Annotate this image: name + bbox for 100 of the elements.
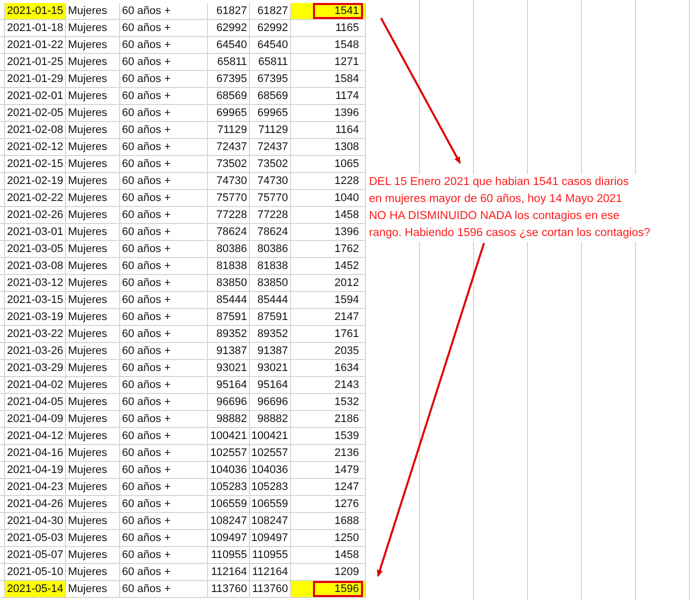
table-cell: 102557 xyxy=(250,445,291,462)
table-cell: 69965 xyxy=(208,105,250,122)
table-cell: 64540 xyxy=(208,37,250,54)
table-cell: 65811 xyxy=(208,54,250,71)
table-cell: 112164 xyxy=(208,564,250,581)
date-cell: 2021-02-12 xyxy=(5,139,66,156)
boxed-value: 1541 xyxy=(312,3,363,19)
table-cell: 60 años + xyxy=(120,496,208,513)
table-cell: 60 años + xyxy=(120,3,208,20)
table-cell: Mujeres xyxy=(66,292,120,309)
table-cell: 60 años + xyxy=(120,122,208,139)
table-cell: 109497 xyxy=(250,530,291,547)
table-cell: 60 años + xyxy=(120,547,208,564)
table-cell: 60 años + xyxy=(120,173,208,190)
table-cell: 60 años + xyxy=(120,292,208,309)
table-cell: 105283 xyxy=(250,479,291,496)
date-cell: 2021-04-02 xyxy=(5,377,66,394)
table-cell-value: 2035 xyxy=(334,344,360,359)
table-cell: 96696 xyxy=(208,394,250,411)
date-cell: 2021-04-16 xyxy=(5,445,66,462)
date-cell: 2021-02-05 xyxy=(5,105,66,122)
table-cell: 60 años + xyxy=(120,54,208,71)
date-cell: 2021-04-23 xyxy=(5,479,66,496)
table-cell: 60 años + xyxy=(120,343,208,360)
table-cell: 93021 xyxy=(250,360,291,377)
date-cell: 2021-02-01 xyxy=(5,88,66,105)
table-cell: Mujeres xyxy=(66,88,120,105)
table-cell: 109497 xyxy=(208,530,250,547)
table-cell-value: 1165 xyxy=(334,21,360,36)
table-cell: 100421 xyxy=(208,428,250,445)
table-cell: Mujeres xyxy=(66,326,120,343)
table-cell-value: 1308 xyxy=(334,140,360,155)
table-cell: 62992 xyxy=(208,20,250,37)
table-cell: 95164 xyxy=(208,377,250,394)
date-cell: 2021-03-22 xyxy=(5,326,66,343)
table-cell: Mujeres xyxy=(66,275,120,292)
table-cell: 68569 xyxy=(250,88,291,105)
table-cell-value: 1396 xyxy=(334,106,360,121)
date-cell: 2021-02-08 xyxy=(5,122,66,139)
date-cell: 2021-02-15 xyxy=(5,156,66,173)
table-cell: 60 años + xyxy=(120,377,208,394)
table-cell: 108247 xyxy=(208,513,250,530)
table-cell: Mujeres xyxy=(66,122,120,139)
table-cell: 72437 xyxy=(208,139,250,156)
table-cell: 96696 xyxy=(250,394,291,411)
table-cell: 81838 xyxy=(208,258,250,275)
table-cell: 77228 xyxy=(208,207,250,224)
date-cell: 2021-03-01 xyxy=(5,224,66,241)
table-cell: 75770 xyxy=(208,190,250,207)
table-cell-value: 1396 xyxy=(334,225,360,240)
table-cell: 60 años + xyxy=(120,530,208,547)
table-cell: 60 años + xyxy=(120,224,208,241)
table-cell-value: 1584 xyxy=(334,72,360,87)
table-cell: 61827 xyxy=(208,3,250,20)
date-cell: 2021-01-22 xyxy=(5,37,66,54)
table-cell-value: 1688 xyxy=(334,514,360,529)
table-cell: 60 años + xyxy=(120,275,208,292)
table-cell: 60 años + xyxy=(120,394,208,411)
table-cell-value: 1040 xyxy=(334,191,360,206)
date-cell: 2021-03-15 xyxy=(5,292,66,309)
date-cell: 2021-05-07 xyxy=(5,547,66,564)
table-cell: 89352 xyxy=(250,326,291,343)
table-cell: Mujeres xyxy=(66,190,120,207)
table-cell-value: 1594 xyxy=(334,293,360,308)
table-cell-value: 1247 xyxy=(334,480,360,495)
table-cell: 85444 xyxy=(208,292,250,309)
table-cell-value: 1452 xyxy=(334,259,360,274)
table-cell: 60 años + xyxy=(120,207,208,224)
table-cell: 73502 xyxy=(208,156,250,173)
date-cell: 2021-01-25 xyxy=(5,54,66,71)
table-cell: 78624 xyxy=(208,224,250,241)
table-cell: 65811 xyxy=(250,54,291,71)
table-cell: 60 años + xyxy=(120,37,208,54)
date-cell: 2021-05-03 xyxy=(5,530,66,547)
table-cell: Mujeres xyxy=(66,581,120,598)
table-cell: 67395 xyxy=(208,71,250,88)
table-cell-value: 2012 xyxy=(334,276,360,291)
table-cell: 60 años + xyxy=(120,326,208,343)
table-cell: 110955 xyxy=(250,547,291,564)
table-cell-value: 1761 xyxy=(334,327,360,342)
date-cell: 2021-05-14 xyxy=(5,581,66,598)
table-cell: 60 años + xyxy=(120,513,208,530)
table-cell: 110955 xyxy=(208,547,250,564)
table-cell: 60 años + xyxy=(120,479,208,496)
table-cell-value: 1250 xyxy=(334,531,360,546)
table-cell: Mujeres xyxy=(66,496,120,513)
table-cell: 60 años + xyxy=(120,190,208,207)
table-cell: 64540 xyxy=(250,37,291,54)
table-cell: Mujeres xyxy=(66,445,120,462)
table-cell: 81838 xyxy=(250,258,291,275)
date-cell: 2021-03-05 xyxy=(5,241,66,258)
date-cell: 2021-03-29 xyxy=(5,360,66,377)
boxed-value: 1596 xyxy=(312,581,363,597)
table-cell: 60 años + xyxy=(120,411,208,428)
table-cell: 104036 xyxy=(250,462,291,479)
date-cell: 2021-04-19 xyxy=(5,462,66,479)
table-cell: 74730 xyxy=(208,173,250,190)
date-cell: 2021-01-15 xyxy=(5,3,66,20)
table-cell: 60 años + xyxy=(120,309,208,326)
table-cell: 60 años + xyxy=(120,156,208,173)
